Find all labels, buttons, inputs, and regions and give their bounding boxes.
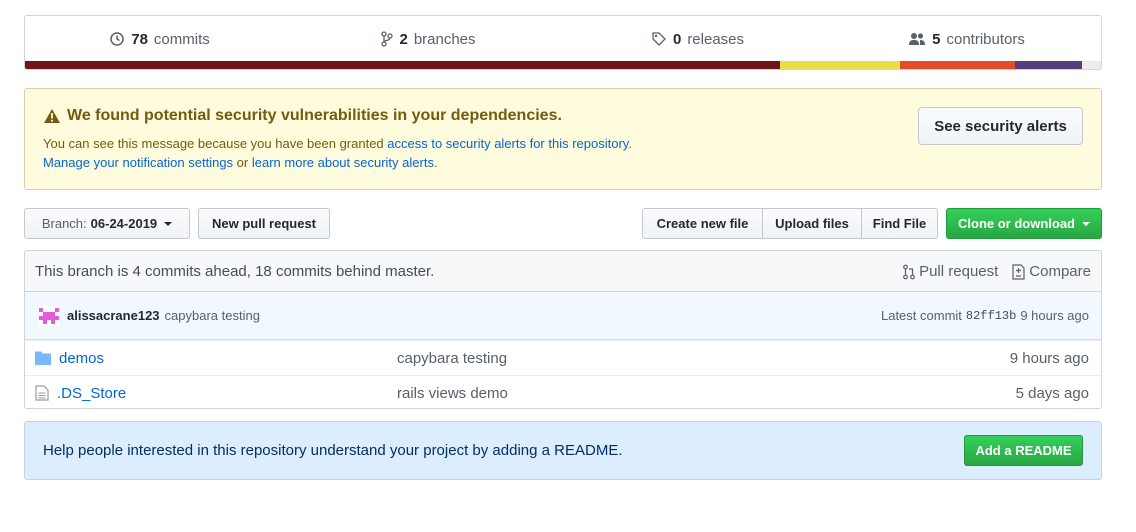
notification-settings-link[interactable]: Manage your notification settings	[43, 155, 233, 170]
releases-link[interactable]: 0 releases	[563, 16, 832, 62]
file-row[interactable]: .DS_Store rails views demo 5 days ago	[25, 375, 1101, 408]
alert-line-2-mid: or	[233, 155, 252, 170]
latest-commit-bar: alissacrane123 capybara testing Latest c…	[25, 292, 1101, 340]
readme-prompt-text: Help people interested in this repositor…	[43, 442, 623, 459]
branch-name: 06-24-2019	[90, 216, 158, 231]
file-name-cell: demos	[35, 350, 397, 367]
compare-link[interactable]: Compare	[1012, 263, 1091, 280]
contributors-count: 5	[932, 30, 941, 48]
file-name-link[interactable]: .DS_Store	[57, 385, 126, 402]
file-icon	[35, 385, 49, 401]
diff-icon	[1012, 263, 1025, 280]
commits-label: commits	[153, 30, 210, 48]
people-icon	[909, 33, 926, 45]
file-row[interactable]: demos capybara testing 9 hours ago	[25, 340, 1101, 375]
alert-line-1-text: You can see this message because you hav…	[43, 136, 388, 151]
find-file-button[interactable]: Find File	[861, 208, 938, 239]
branch-status: This branch is 4 commits ahead, 18 commi…	[24, 250, 1102, 292]
commit-age: 9 hours ago	[1020, 308, 1089, 323]
see-security-alerts-button[interactable]: See security alerts	[918, 107, 1083, 145]
alert-line-2-suffix: .	[433, 155, 438, 170]
branch-selector[interactable]: Branch: 06-24-2019	[24, 208, 190, 239]
file-age: 9 hours ago	[1009, 349, 1089, 367]
folder-icon	[35, 351, 51, 365]
language-segment[interactable]	[25, 61, 781, 69]
alert-title: We found potential security vulnerabilit…	[43, 107, 562, 125]
language-segment[interactable]	[1014, 61, 1082, 69]
commit-message[interactable]: capybara testing	[165, 308, 260, 323]
branch-icon	[381, 31, 394, 47]
branch-prefix: Branch:	[41, 216, 87, 231]
caret-down-icon	[1082, 221, 1090, 226]
file-commit-message[interactable]: rails views demo	[397, 385, 508, 402]
security-alerts-access-link[interactable]: access to security alerts for this repos…	[387, 136, 628, 151]
create-new-file-button[interactable]: Create new file	[642, 208, 763, 239]
alert-line-2: Manage your notification settings or lea…	[43, 155, 438, 170]
branches-link[interactable]: 2 branches	[294, 16, 563, 62]
commit-author[interactable]: alissacrane123	[67, 308, 160, 323]
commit-sha[interactable]: 82ff13b	[966, 309, 1016, 323]
latest-commit-label: Latest commit	[880, 308, 962, 323]
contributors-link[interactable]: 5 contributors	[832, 16, 1101, 62]
language-segment[interactable]	[899, 61, 1015, 69]
branches-count: 2	[399, 30, 408, 48]
alert-icon	[44, 109, 60, 123]
file-commit-message[interactable]: capybara testing	[397, 350, 507, 367]
readme-prompt: Help people interested in this repositor…	[24, 421, 1102, 480]
tag-icon	[652, 32, 666, 46]
file-list: alissacrane123 capybara testing Latest c…	[24, 291, 1102, 409]
branches-label: branches	[413, 30, 476, 48]
file-name-cell: .DS_Store	[35, 385, 397, 402]
branch-status-text: This branch is 4 commits ahead, 18 commi…	[35, 263, 435, 280]
commits-link[interactable]: 78 commits	[25, 16, 294, 62]
compare-label: Compare	[1029, 263, 1091, 280]
security-alert: We found potential security vulnerabilit…	[24, 88, 1102, 190]
language-bar[interactable]	[25, 61, 1101, 69]
releases-label: releases	[687, 30, 745, 48]
language-segment[interactable]	[1081, 61, 1101, 69]
pull-request-icon	[903, 264, 915, 279]
clone-label: Clone or download	[958, 216, 1075, 231]
pull-request-label: Pull request	[919, 263, 999, 280]
file-name-link[interactable]: demos	[59, 350, 104, 367]
clone-or-download-button[interactable]: Clone or download	[946, 208, 1102, 239]
history-icon	[110, 32, 124, 46]
alert-line-1: You can see this message because you hav…	[43, 136, 632, 151]
file-age: 5 days ago	[1015, 384, 1089, 402]
new-pull-request-button[interactable]: New pull request	[198, 208, 330, 239]
contributors-label: contributors	[946, 30, 1025, 48]
commits-count: 78	[131, 30, 148, 48]
repo-summary: 78 commits 2 branches 0 releases 5 contr…	[24, 15, 1102, 70]
pull-request-link[interactable]: Pull request	[903, 263, 998, 280]
language-segment[interactable]	[780, 61, 900, 69]
avatar[interactable]	[39, 305, 59, 326]
upload-files-button[interactable]: Upload files	[762, 208, 862, 239]
learn-more-link[interactable]: learn more about security alerts	[252, 155, 434, 170]
alert-line-1-suffix: .	[628, 136, 632, 151]
releases-count: 0	[672, 30, 682, 48]
caret-down-icon	[164, 221, 173, 226]
alert-title-text: We found potential security vulnerabilit…	[67, 107, 562, 124]
add-readme-button[interactable]: Add a README	[964, 435, 1083, 466]
